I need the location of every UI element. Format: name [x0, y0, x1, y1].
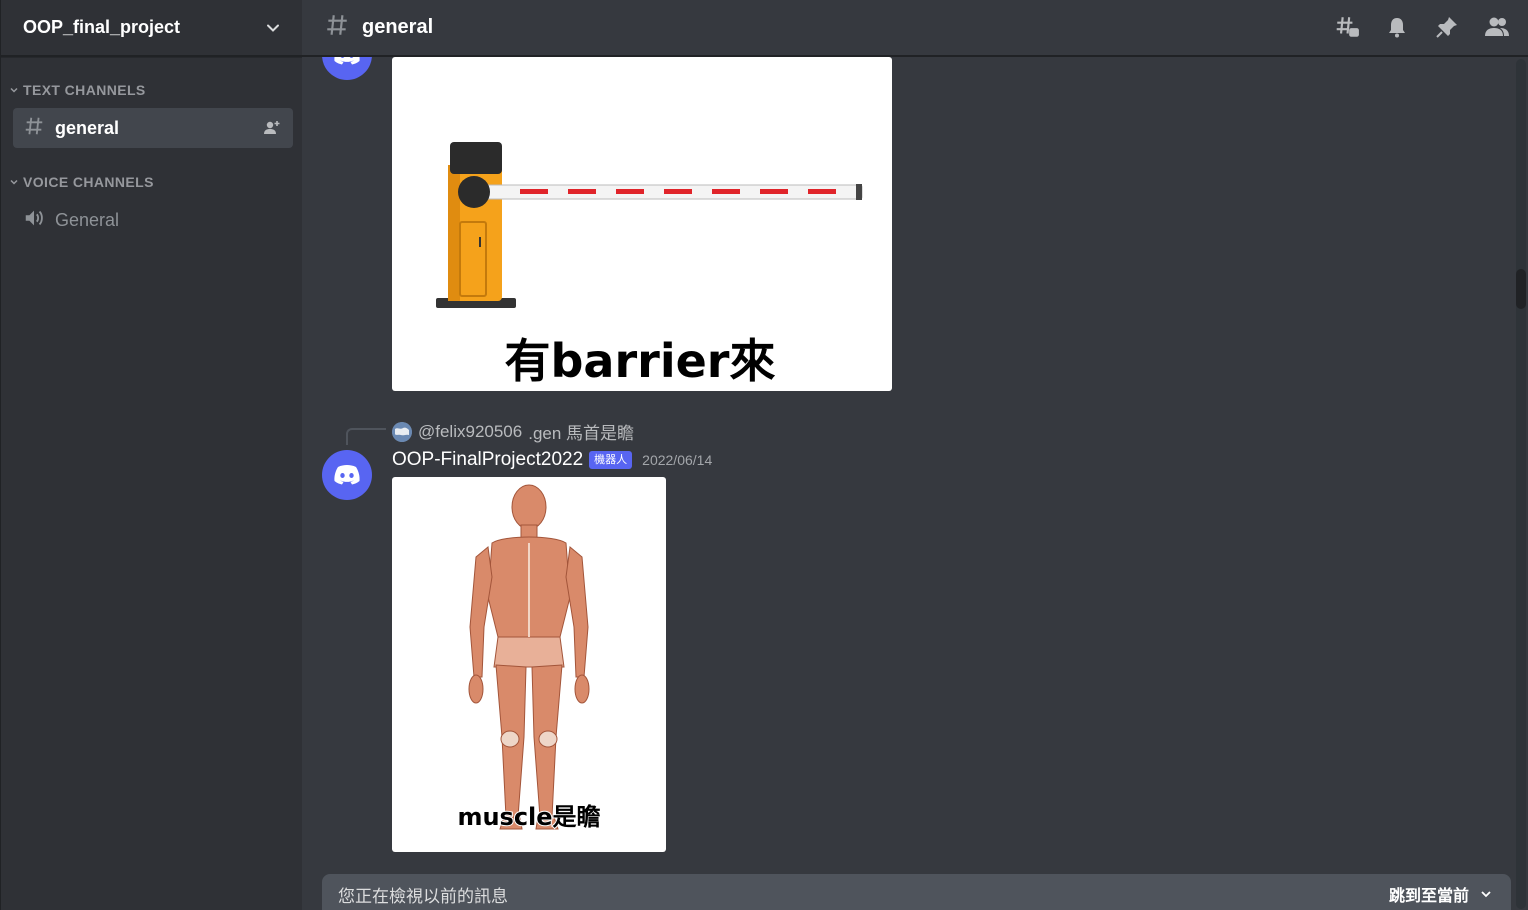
replied-user-avatar[interactable]: [392, 421, 412, 442]
reply-preview: .gen 馬首是瞻: [528, 424, 635, 443]
scrollbar-track[interactable]: [1516, 59, 1526, 909]
message-timestamp: 2022/06/14: [642, 452, 713, 468]
barrier-image[interactable]: 有barrier來: [392, 57, 892, 391]
channel-label: General: [55, 209, 120, 230]
hashtag-icon: [324, 12, 350, 43]
category-label: TEXT CHANNELS: [23, 82, 146, 98]
add-member-icon[interactable]: [263, 119, 281, 137]
reply-mention[interactable]: @felix920506: [418, 422, 522, 442]
sidebar-item-voice-general[interactable]: General: [13, 200, 293, 240]
reply-reference[interactable]: @felix920506 .gen 馬首是瞻: [392, 419, 634, 444]
hashtag-icon: [23, 115, 45, 142]
message-header: OOP-FinalProject2022 機器人 2022/06/14: [392, 449, 712, 471]
pin-icon[interactable]: [1434, 14, 1460, 40]
barrier-gate-illustration: 有barrier來: [436, 142, 863, 389]
server-name: OOP_final_project: [23, 17, 181, 37]
sidebar-item-general[interactable]: general: [13, 108, 293, 148]
older-messages-bar: 您正在檢視以前的訊息 跳到至當前: [322, 874, 1511, 910]
channel-sidebar: OOP_final_project TEXT CHANNELS general …: [0, 0, 302, 910]
speaker-icon: [23, 207, 45, 234]
jump-to-present-button[interactable]: 跳到至當前: [1389, 882, 1493, 906]
header-toolbar: [1334, 14, 1510, 40]
discord-logo-icon: [334, 465, 360, 485]
chevron-down-icon: [1479, 887, 1493, 901]
bot-avatar[interactable]: [322, 450, 372, 500]
collapse-arrow-icon: [9, 177, 21, 187]
scrollbar-thumb[interactable]: [1516, 269, 1526, 309]
bell-icon[interactable]: [1384, 14, 1410, 40]
svg-text:有barrier來: 有barrier來: [505, 334, 776, 388]
message-list[interactable]: 有barrier來 @felix920506 .gen 馬首是瞻 OOP-Fin…: [302, 57, 1528, 910]
chevron-down-icon[interactable]: [264, 19, 282, 37]
bot-avatar[interactable]: [322, 57, 372, 80]
muscle-anatomy-illustration: muscle是瞻: [456, 484, 602, 832]
svg-text:muscle是瞻: muscle是瞻: [457, 803, 600, 831]
author-name[interactable]: OOP-FinalProject2022: [392, 449, 583, 471]
threads-icon[interactable]: [1334, 14, 1360, 40]
members-icon[interactable]: [1484, 14, 1510, 40]
bot-badge: 機器人: [589, 451, 633, 469]
jump-button-label: 跳到至當前: [1388, 888, 1469, 905]
category-text-channels[interactable]: TEXT CHANNELS: [9, 82, 146, 98]
viewing-older-messages-text: 您正在檢視以前的訊息: [338, 886, 508, 906]
channel-title: general: [362, 16, 434, 38]
channel-label: general: [55, 117, 120, 138]
muscle-image[interactable]: muscle是瞻: [392, 477, 666, 852]
category-voice-channels[interactable]: VOICE CHANNELS: [9, 174, 154, 190]
server-header[interactable]: OOP_final_project: [1, 0, 302, 57]
channel-header: general: [302, 0, 1528, 57]
discord-logo-icon: [334, 57, 360, 65]
category-label: VOICE CHANNELS: [23, 174, 154, 190]
reply-connector: [346, 428, 386, 445]
collapse-arrow-icon: [9, 85, 21, 95]
